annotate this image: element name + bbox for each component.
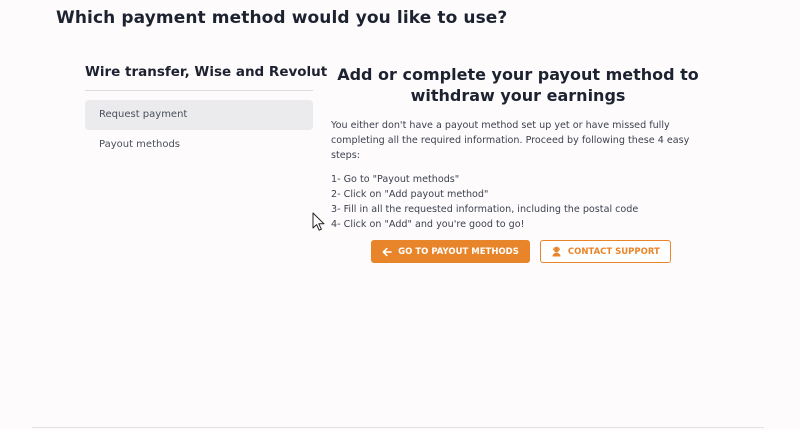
sidebar: Wire transfer, Wise and Revolut Request … — [85, 64, 327, 160]
sidebar-item-request-payment[interactable]: Request payment — [85, 100, 313, 130]
go-to-payout-methods-button[interactable]: GO TO PAYOUT METHODS — [371, 240, 530, 263]
footer-divider — [32, 427, 764, 428]
step-item: 4- Click on "Add" and you're good to go! — [331, 219, 525, 230]
contact-support-button[interactable]: CONTACT SUPPORT — [539, 240, 671, 263]
action-buttons: GO TO PAYOUT METHODS CONTACT SUPPORT — [331, 240, 705, 263]
mouse-pointer-icon — [312, 212, 325, 236]
main-title-line-2: withdraw your earnings — [410, 86, 626, 105]
sidebar-item-label: Payout methods — [99, 139, 181, 150]
arrow-left-icon — [382, 247, 392, 257]
step-item: 1- Go to "Payout methods" — [331, 174, 460, 185]
sidebar-item-payout-methods[interactable]: Payout methods — [85, 130, 313, 160]
main-title-line-1: Add or complete your payout method to — [337, 65, 699, 84]
sidebar-title: Wire transfer, Wise and Revolut — [85, 64, 327, 91]
main-title: Add or complete your payout method to wi… — [331, 64, 705, 106]
page-title: Which payment method would you like to u… — [56, 8, 508, 28]
contact-support-label: CONTACT SUPPORT — [567, 246, 660, 257]
steps-list: 1- Go to "Payout methods" 2- Click on "A… — [331, 172, 705, 232]
sidebar-item-label: Request payment — [99, 109, 188, 120]
go-to-payout-methods-label: GO TO PAYOUT METHODS — [398, 246, 519, 257]
main-description: You either don't have a payout method se… — [331, 120, 690, 161]
main-panel: Add or complete your payout method to wi… — [331, 64, 705, 263]
support-agent-icon — [551, 246, 562, 257]
step-item: 2- Click on "Add payout method" — [331, 189, 489, 200]
step-item: 3- Fill in all the requested information… — [331, 204, 639, 215]
